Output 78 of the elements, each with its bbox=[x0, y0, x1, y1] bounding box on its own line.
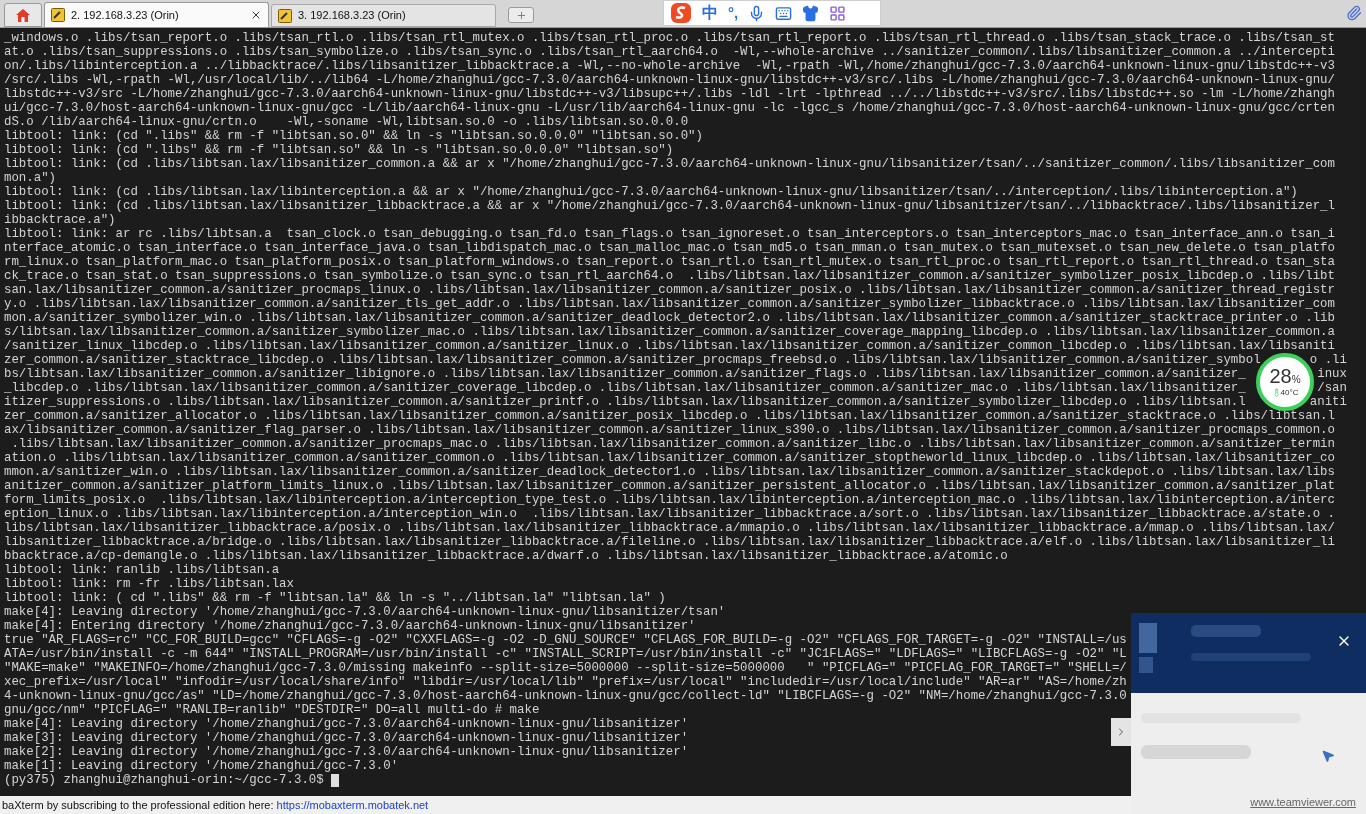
terminal-line: libtool: link: rm -fr .libs/libtsan.lax bbox=[4, 577, 294, 591]
terminal-line: zer_common.a/sanitizer_allocator.o .libs/libtsan.lax/libsanitizer_common.a/sanitizer_posix_libcdep.o .libs/libtsan.lax/libsanitizer_common.a/sanitizer_stacktrace.o .libs/libtsan.l bbox=[4, 409, 1335, 423]
shirt-icon[interactable] bbox=[802, 4, 820, 22]
terminal-line: ibbacktrace.a") bbox=[4, 213, 116, 227]
plus-icon bbox=[515, 9, 527, 21]
terminal-line: "MAKE=make" "MAKEINFO=/home/zhanghui/gcc-7.3.0/missing makeinfo --split-size=5000000 --split-size=5000000 " "PICFLAG=" "PICFLAG_FOR_TARGET=" "SHELL=/ bbox=[4, 661, 1127, 675]
terminal-line: gnu/gcc/nm" "PICFLAG=" "RANLIB=ranlib" "DESTDIR=" DO=all multi-do # make bbox=[4, 703, 540, 717]
terminal-line: bs/libtsan.lax/libsanitizer_common.a/sanitizer_libignore.o .libs/libtsan.lax/libsanitizer_common.a/sanitizer_flags.o .libs/libtsan.lax/libsanitizer_common.a/sanitizer_ bbox=[4, 367, 1246, 381]
terminal-line: make[4]: Leaving directory '/home/zhanghui/gcc-7.3.0/aarch64-unknown-linux-gnu/libsanitizer/tsan' bbox=[4, 605, 726, 619]
terminal-line: on/.libs/libinterception.a ../libbacktrace/.libs/libsanitizer_libbacktrace.a -Wl,--no-whole-archive -Wl,-rpath -Wl,/home/zhanghui/gcc-7.3.0/aarch64-unknown-linux-gnu/libstdc++-v3 bbox=[4, 59, 1335, 73]
terminal-line: make[2]: Leaving directory '/home/zhanghui/gcc-7.3.0/aarch64-unknown-linux-gnu/libsanitizer' bbox=[4, 745, 689, 759]
new-tab-button[interactable] bbox=[508, 7, 534, 23]
terminal-line: make[4]: Leaving directory '/home/zhanghui/gcc-7.3.0/aarch64-unknown-linux-gnu/libsanitizer' bbox=[4, 717, 689, 731]
percent-sign: % bbox=[1291, 373, 1301, 387]
terminal-line: libtool: link: ( cd ".libs" && rm -f "libtsan.la" && ln -s "../libtsan.la" "libtsan.la" ) bbox=[4, 591, 666, 605]
terminal-line: bbacktrace.a/cp-demangle.o .libs/libtsan.lax/libsanitizer_libbacktrace.a/dwarf.o .libs/libtsan.lax/libsanitizer_libbacktrace.a/atomic.o bbox=[4, 549, 1008, 563]
terminal-line: nterface_atomic.o tsan_interface.o tsan_interface_java.o tsan_libdispatch_mac.o tsan_malloc_mac.o tsan_md5.o tsan_mman.o tsan_mutex.o tsan_mutexset.o tsan_new_delete.o tsan_platfo bbox=[4, 241, 1335, 255]
pointer-icon bbox=[1321, 749, 1335, 763]
terminal-line: libs/libtsan.lax/libsanitizer_libbacktrace.a/posix.o .libs/libtsan.lax/libsanitizer_libbacktrace.a/mmapio.o .libs/libtsan.lax/libsanitizer_libbacktrace.a/mmap.o .libs/libtsan.lax/ bbox=[4, 521, 1335, 535]
terminal-line: libtool: link: ranlib .libs/libtsan.a bbox=[4, 563, 280, 577]
input-method-logo-icon[interactable] bbox=[670, 2, 692, 24]
keyboard-icon[interactable] bbox=[775, 4, 793, 22]
terminal-line: ation.o .libs/libtsan.lax/libsanitizer_common.a/sanitizer_common.o .libs/libtsan.lax/libsanitizer_common.a/sanitizer_stoptheworld_linux_libcdep.o .libs/libtsan.lax/libsanitizer_co bbox=[4, 451, 1335, 465]
terminal-line: 4-unknown-linux-gnu/gcc/as" "LD=/home/zhanghui/gcc-7.3.0/host-aarch64-unknown-linux-gnu/gcc/collect-ld" "LIBCFLAGS=-g -O2" "NM=/home/zhanghui/gcc-7.3.0 bbox=[4, 689, 1127, 703]
terminal-line: s/libtsan.lax/libsanitizer_common.a/sanitizer_symbolizer_mac.o .libs/libtsan.lax/libsanitizer_common.a/sanitizer_coverage_mapping_libcdep.o .libs/libtsan.lax/libsanitizer_common.a bbox=[4, 325, 1335, 339]
terminal-line: libtool: link: (cd .libs/libtsan.lax/libsanitizer_libbacktrace.a && ar x "/home/zhanghui/gcc-7.3.0/aarch64-unknown-linux-gnu/libsanitizer/tsan/../libbacktrace/.libs/libsanitizer_l bbox=[4, 199, 1335, 213]
terminal-line: libstdc++-v3/src -L/home/zhanghui/gcc-7.3.0/aarch64-unknown-linux-gnu/libstdc++-v3/libsupc++/.libs -ldl -lrt -lpthread ../../libstdc++-v3/src/.libs/libstdc++.so -lm -L/home/zhangh bbox=[4, 87, 1335, 101]
terminal-line: libtool: link: (cd ".libs" && rm -f "libtsan.so" && ln -s "libtsan.so.0.0.0" "libtsan.so") bbox=[4, 143, 674, 157]
terminal-line: /sanitizer_linux_libcdep.o .libs/libtsan.lax/libsanitizer_common.a/sanitizer_linux.o .libs/libtsan.lax/libsanitizer_common.a/sanitizer_common_libcdep.o .libs/libtsan.lax/libsaniti bbox=[4, 339, 1335, 353]
terminal-line: y.o .libs/libtsan.lax/libsanitizer_common.a/sanitizer_tls_get_addr.o .libs/libtsan.lax/libsanitizer_common.a/sanitizer_symbolizer_libbacktrace.o .libs/libtsan.lax/libsanitizer_com bbox=[4, 297, 1335, 311]
status-link[interactable]: https://mobaxterm.mobatek.net bbox=[276, 796, 429, 814]
text-cursor bbox=[331, 773, 340, 787]
punctuation-toggle[interactable]: °, bbox=[728, 1, 739, 25]
terminal-line: dS.o /lib/aarch64-linux-gnu/crtn.o -Wl,-soname -Wl,libtsan.so.0 -o .libs/libtsan.so.0.0.0 bbox=[4, 115, 689, 129]
terminal-line: _libcdep.o .libs/libtsan.lax/libsanitizer_common.a/sanitizer_coverage_libcdep.o .libs/libtsan.lax/libsanitizer_common.a/sanitizer_mac.o .libs/libtsan.lax/libsanitizer_ bbox=[4, 381, 1246, 395]
terminal-line: _windows.o .libs/tsan_report.o .libs/tsan_rtl.o .libs/tsan_rtl_mutex.o .libs/tsan_rtl_proc.o .libs/tsan_rtl_report.o .libs/tsan_rtl_thread.o .libs/tsan_stack_trace.o .libs/tsan_st bbox=[4, 31, 1335, 45]
terminal-line: true "AR_FLAGS=rc" "CC_FOR_BUILD=gcc" "CFLAGS=-g -O2" "CXXFLAGS=-g -O2 -D_GNU_SOURCE" "CFLAGS_FOR_BUILD=-g -O2" "CFLAGS_FOR_TARGET=-g -O2" "INSTALL=/us bbox=[4, 633, 1127, 647]
terminal-line: itizer_suppressions.o .libs/libtsan.lax/libsanitizer_common.a/sanitizer_printf.o .libs/libtsan.lax/libsanitizer_common.a/sanitizer_symbolizer_libcdep.o .libs/libtsan.l bbox=[4, 395, 1246, 409]
status-text: baXterm by subscribing to the professional edition here: bbox=[2, 797, 275, 813]
terminal-line: libtool: link: (cd .libs/libtsan.lax/libsanitizer_common.a && ar x "/home/zhanghui/gcc-7.3.0/aarch64-unknown-linux-gnu/libsanitizer/tsan/../sanitizer_common/.libs/libsanitizer_com bbox=[4, 157, 1335, 171]
terminal-line: eption_linux.o .libs/libtsan.lax/libinterception.a/interception_win.o .libs/libtsan.lax/libsanitizer_libbacktrace.a/sort.o .libs/libtsan.lax/libsanitizer_libbacktrace.a/state.o . bbox=[4, 507, 1335, 521]
terminal-line: /src/.libs -Wl,-rpath -Wl,/usr/local/lib/../lib64 -L/home/zhanghui/gcc-7.3.0/aarch64-unknown-linux-gnu/libstdc++-v3/src/.libs -L/home/zhanghui/gcc-7.3.0/aarch64-unknown-linux-gnu/ bbox=[4, 73, 1335, 87]
terminal-line: form_limits_posix.o .libs/libtsan.lax/libinterception.a/interception_type_test.o .libs/libtsan.lax/libinterception.a/interception_mac.o .libs/libtsan.lax/libinterception.a/interc bbox=[4, 493, 1335, 507]
terminal-line: libtool: link: (cd .libs/libtsan.lax/libinterception.a && ar x "/home/zhanghui/gcc-7.3.0/aarch64-unknown-linux-gnu/libsanitizer/tsan/../interception/.libs/libinterception.a") bbox=[4, 185, 1298, 199]
terminal-line: libtool: link: ar rc .libs/libtsan.a tsan_clock.o tsan_debugging.o tsan_fd.o tsan_flags.o tsan_ignoreset.o tsan_interceptors.o tsan_interceptors_mac.o tsan_interface_ann.o tsan_i bbox=[4, 227, 1335, 241]
terminal-line: inux bbox=[1317, 367, 1347, 381]
terminal-line: make[1]: Leaving directory '/home/zhanghui/gcc-7.3.0' bbox=[4, 759, 399, 773]
terminal-line: rm_linux.o tsan_platform_mac.o tsan_platform_posix.o tsan_platform_windows.o tsan_report.o tsan_rtl.o tsan_rtl_mutex.o tsan_rtl_proc.o tsan_rtl_report.o tsan_rtl_thread.o tsan_sta bbox=[4, 255, 1335, 269]
terminal-line: mon.a") bbox=[4, 171, 57, 185]
thermometer-icon bbox=[1271, 388, 1281, 397]
terminal-line: at.o .libs/tsan_suppressions.o .libs/tsan_symbolize.o .libs/tsan_sync.o .libs/tsan_rtl_aarch64.o -Wl,--whole-archive ../sanitizer_common/.libs/libsanitizer_common.a ../intercepti bbox=[4, 45, 1335, 59]
home-icon bbox=[15, 7, 31, 23]
expand-handle[interactable] bbox=[1111, 718, 1131, 746]
terminal-line: libtool: link: (cd ".libs" && rm -f "libtsan.so.0" && ln -s "libtsan.so.0.0.0" "libtsan.so.0") bbox=[4, 129, 703, 143]
attachment-icon[interactable] bbox=[1346, 5, 1362, 21]
terminal-line: .libs/libtsan.lax/libsanitizer_common.a/sanitizer_procmaps_mac.o .libs/libtsan.lax/libsanitizer_common.a/sanitizer_libc.o .libs/libtsan.lax/libsanitizer_common.a/sanitizer_termin bbox=[10, 437, 1335, 451]
terminal-line: make[3]: Leaving directory '/home/zhanghui/gcc-7.3.0/aarch64-unknown-linux-gnu/libsanitizer' bbox=[4, 731, 689, 745]
terminal-line: anitizer_common.a/sanitizer_platform_limits_linux.o .libs/libtsan.lax/libsanitizer_common.a/sanitizer_persistent_allocator.o .libs/libtsan.lax/libsanitizer_common.a/sanitizer_plat bbox=[4, 479, 1335, 493]
terminal-line: san.lax/libsanitizer_common.a/sanitizer_procmaps_linux.o .libs/libtsan.lax/libsanitizer_common.a/sanitizer_posix.o .libs/libtsan.lax/libsanitizer_common.a/sanitizer_thread_registr bbox=[4, 283, 1335, 297]
cpu-usage: 28 bbox=[1269, 365, 1292, 386]
terminal-line: make[4]: Entering directory '/home/zhanghui/gcc-7.3.0/aarch64-unknown-linux-gnu/libsanitizer' bbox=[4, 619, 696, 633]
terminal-line: ui/gcc-7.3.0/host-aarch64-unknown-linux-gnu/gcc -L/lib/aarch64-linux-gnu -L/usr/lib/aarch64-linux-gnu -lc -lgcc_s /home/zhanghui/gcc-7.3.0/host-aarch64-unknown-linux-gnu/gcc/crten bbox=[4, 101, 1335, 115]
terminal-line: libsanitizer_libbacktrace.a/bridge.o .libs/libtsan.lax/libsanitizer_libbacktrace.a/fileline.o .libs/libtsan.lax/libsanitizer_libbacktrace.a/elf.o .libs/libtsan.lax/libsanitizer_li bbox=[4, 535, 1335, 549]
terminal-line: ck_trace.o tsan_stat.o tsan_suppressions.o tsan_symbolize.o tsan_sync.o tsan_rtl_aarch64.o .libs/libtsan.lax/libsanitizer_common.a/sanitizer_symbolizer_posix_libcdep.o .libs/libt bbox=[4, 269, 1335, 283]
terminal-line: ATA=/usr/bin/install -c -m 644" "INSTALL_PROGRAM=/usr/bin/install -c" "INSTALL_SCRIPT=/usr/bin/install -c" "JC1FLAGS=" "LDFLAGS=" "LIBCFLAGS=-g -O2" "L bbox=[4, 647, 1127, 661]
terminal-line: /san bbox=[1317, 381, 1347, 395]
terminal-line: xec_prefix=/usr/local" "infodir=/usr/local/share/info" "libdir=/usr/local/lib" "prefix=/usr/local" "includedir=/usr/local/include" "AR=ar" "AS=/home/zh bbox=[4, 675, 1127, 689]
shell-prompt: (py375) zhanghui@zhanghui-orin:~/gcc-7.3.0$ bbox=[4, 773, 325, 787]
temperature-reading: 40°C bbox=[1280, 386, 1299, 399]
terminal-line: ax/libsanitizer_common.a/sanitizer_flag_parser.o .libs/libtsan.lax/libsanitizer_common.a/sanitizer_linux_s390.o .libs/libtsan.lax/libsanitizer_common.a/sanitizer_procmaps_common.o bbox=[4, 423, 1335, 437]
home-tab[interactable] bbox=[4, 3, 42, 27]
terminal-line: mmon.a/sanitizer_win.o .libs/libtsan.lax/libsanitizer_common.a/sanitizer_deadlock_detector1.o .libs/libtsan.lax/libsanitizer_common.a/sanitizer_stackdepot.o .libs/libtsan.lax/libs bbox=[4, 465, 1335, 479]
terminal-line: mon.a/sanitizer_symbolizer_win.o .libs/libtsan.lax/libsanitizer_common.a/sanitizer_deadlock_detector2.o .libs/libtsan.lax/libsanitizer_common.a/sanitizer_stacktrace_printer.o .lib bbox=[4, 311, 1335, 325]
language-toggle[interactable]: 中 bbox=[702, 1, 718, 25]
grid-icon[interactable] bbox=[829, 4, 847, 22]
close-icon[interactable] bbox=[250, 9, 262, 21]
session-tab[interactable]: 2. 192.168.3.23 (Orin) bbox=[44, 2, 269, 27]
session-tab[interactable]: 3. 192.168.3.23 (Orin) bbox=[271, 4, 496, 27]
